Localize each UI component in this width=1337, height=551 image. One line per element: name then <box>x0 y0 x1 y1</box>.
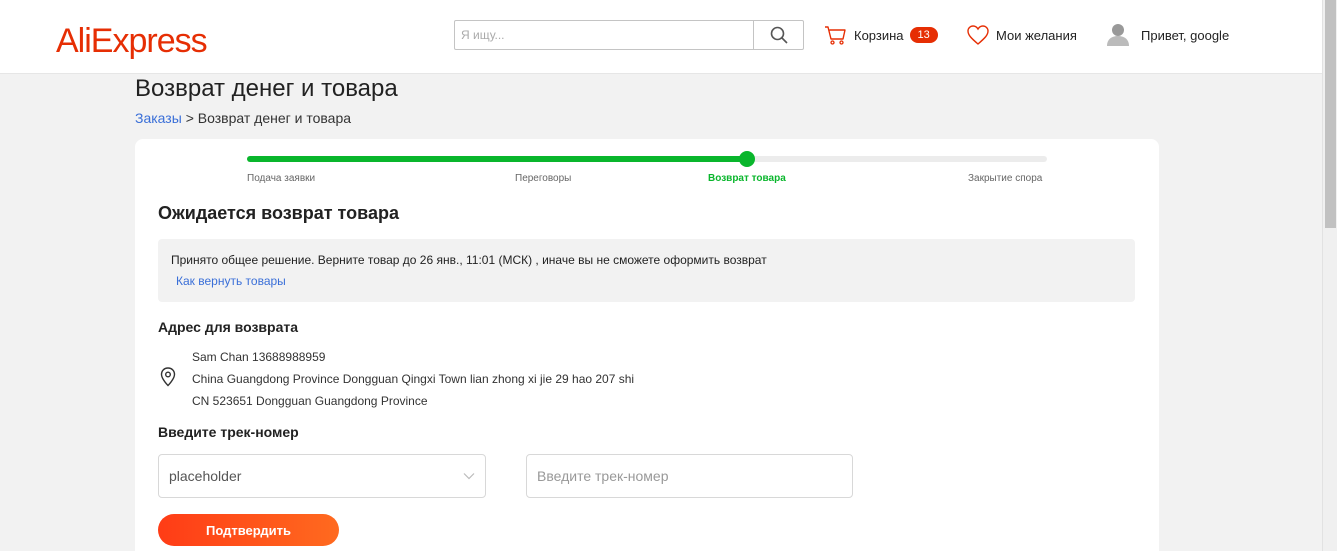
dispute-card: Подача заявки Переговоры Возврат товара … <box>135 139 1159 551</box>
search-input[interactable] <box>455 21 753 49</box>
address-line-city: CN 523651 Dongguan Guangdong Province <box>192 394 428 408</box>
notice-box: Принято общее решение. Верните товар до … <box>158 239 1135 302</box>
location-pin-icon <box>160 367 176 387</box>
breadcrumb-current: Возврат денег и товара <box>197 110 352 126</box>
tracking-title: Введите трек-номер <box>158 424 299 440</box>
chevron-down-icon <box>463 473 475 480</box>
notice-text: Принято общее решение. Верните товар до … <box>171 253 767 267</box>
tracking-number-input[interactable] <box>526 454 853 498</box>
carrier-select-value: placeholder <box>169 468 242 484</box>
wishlist-label: Мои желания <box>996 27 1077 43</box>
cart-icon <box>825 26 846 45</box>
avatar-icon <box>1107 24 1129 46</box>
confirm-button[interactable]: Подтвердить <box>158 514 339 546</box>
progress-track <box>247 151 1047 167</box>
status-heading: Ожидается возврат товара <box>158 203 399 223</box>
account-link[interactable]: Привет, google <box>1107 22 1229 48</box>
scrollbar-thumb[interactable] <box>1325 0 1336 228</box>
carrier-select[interactable]: placeholder <box>158 454 486 498</box>
breadcrumb-orders-link[interactable]: Заказы <box>135 110 182 126</box>
wishlist-link[interactable]: Мои желания <box>966 22 1077 48</box>
how-to-return-link[interactable]: Как вернуть товары <box>176 274 286 288</box>
return-address-title: Адрес для возврата <box>158 319 298 335</box>
cart-count-badge: 13 <box>909 27 938 43</box>
breadcrumb-separator: > <box>185 110 194 126</box>
search-button[interactable] <box>753 21 803 49</box>
user-greeting: Привет, google <box>1141 27 1230 43</box>
step-close-dispute: Закрытие спора <box>968 173 1043 184</box>
address-line-name: Sam Chan 13688988959 <box>192 350 326 364</box>
step-negotiation: Переговоры <box>515 173 572 184</box>
site-header: AliExpress Корзина 13 Мои желания Привет <box>0 0 1322 74</box>
step-return-goods: Возврат товара <box>708 173 786 184</box>
step-submit-claim: Подача заявки <box>247 173 316 184</box>
heart-icon <box>967 25 989 45</box>
page-scrollbar[interactable] <box>1322 0 1337 551</box>
cart-label: Корзина <box>854 27 904 43</box>
page-title: Возврат денег и товара <box>135 75 398 102</box>
progress-current-dot <box>739 151 755 167</box>
breadcrumb: Заказы > Возврат денег и товара <box>135 110 351 126</box>
progress-fill <box>247 156 747 162</box>
search-bar <box>454 20 804 50</box>
aliexpress-logo[interactable]: AliExpress <box>56 22 208 60</box>
cart-link[interactable]: Корзина 13 <box>824 22 938 48</box>
address-line-street: China Guangdong Province Dongguan Qingxi… <box>192 372 635 386</box>
search-icon <box>770 26 788 44</box>
